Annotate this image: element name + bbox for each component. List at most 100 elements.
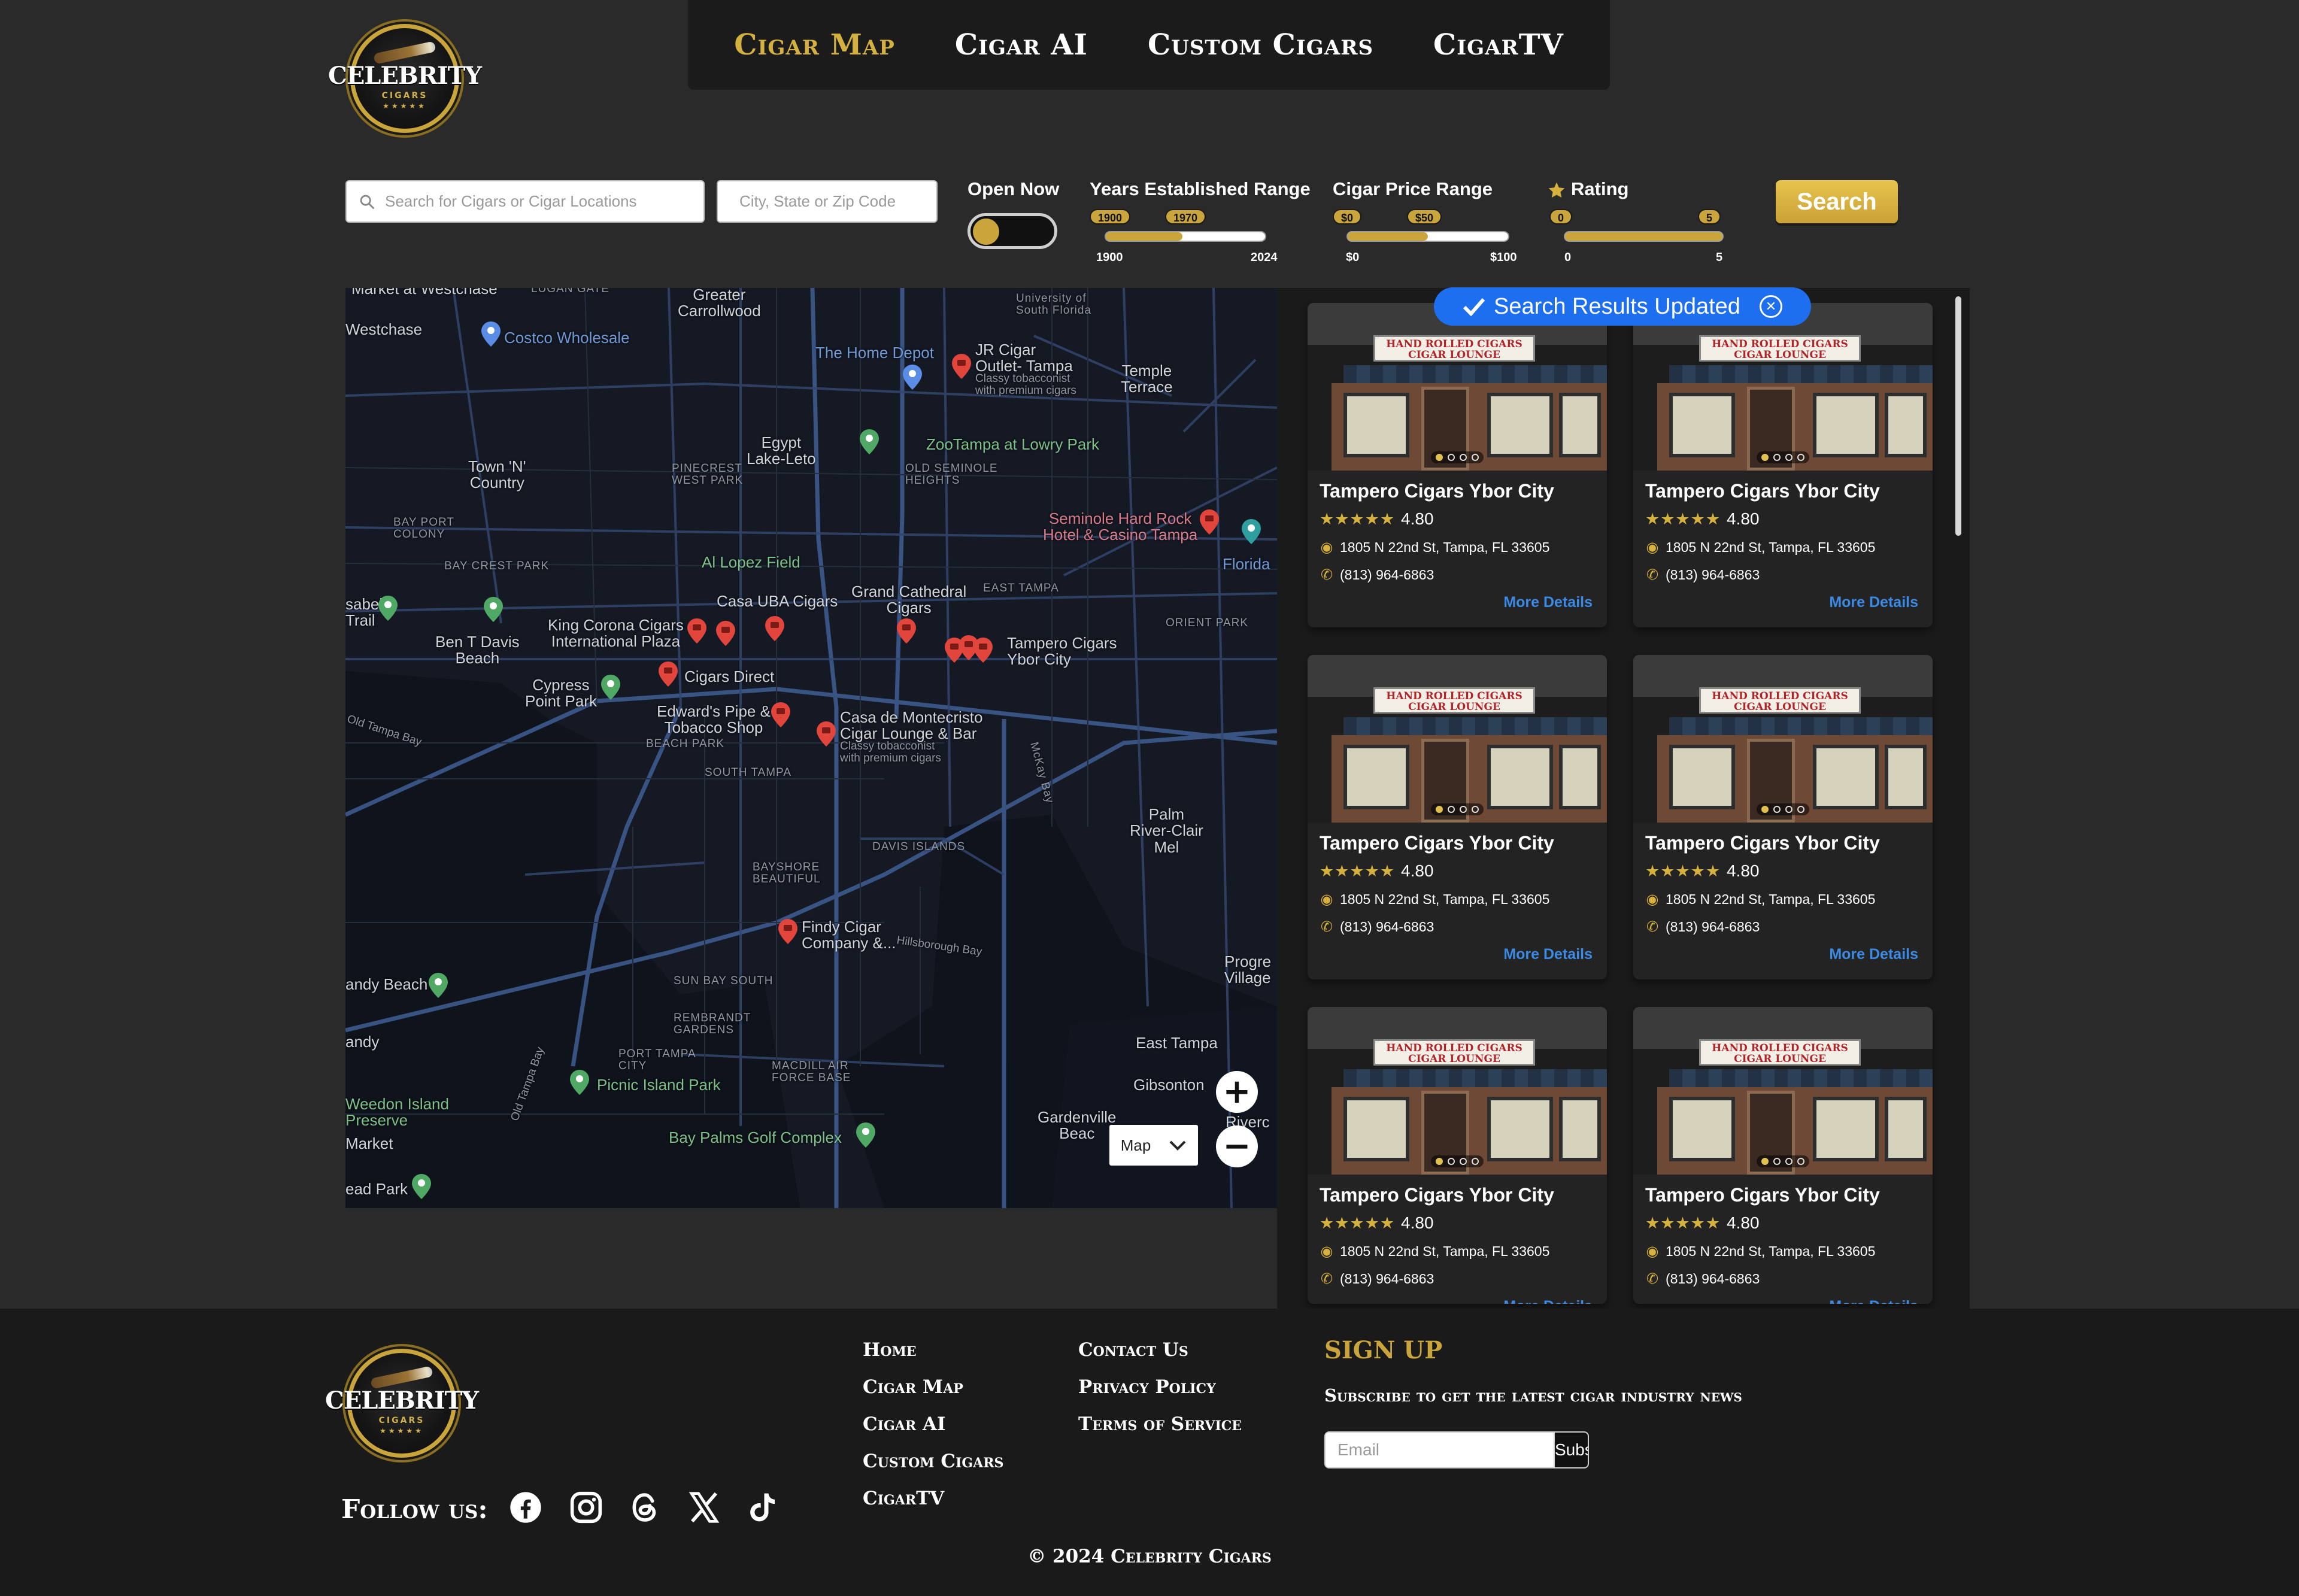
- zoom-in-button[interactable]: +: [1216, 1071, 1258, 1113]
- carousel-dots[interactable]: [1757, 1155, 1809, 1167]
- site-logo[interactable]: CELEBRITY CIGARS ★★★★★: [328, 24, 482, 133]
- store-name[interactable]: Tampero Cigars Ybor City: [1645, 1184, 1880, 1206]
- toggle-knob[interactable]: [973, 219, 999, 245]
- map-pin-icon[interactable]: [973, 638, 993, 663]
- years-slider[interactable]: [1105, 231, 1266, 242]
- carousel-dot[interactable]: [1773, 454, 1781, 461]
- instagram-icon[interactable]: [569, 1491, 603, 1524]
- map-pin-icon[interactable]: [687, 618, 707, 644]
- park-pin-icon[interactable]: [483, 597, 504, 622]
- price-slider[interactable]: [1346, 231, 1509, 242]
- carousel-dot[interactable]: [1472, 454, 1479, 461]
- nav-custom-cigars[interactable]: Custom Cigars: [1148, 28, 1373, 62]
- result-card[interactable]: HAND ROLLED CIGARS CIGAR LOUNGE Tampero C…: [1633, 303, 1933, 627]
- store-phone[interactable]: ✆ (813) 964-6863: [1645, 566, 1760, 584]
- park-pin-icon[interactable]: [428, 973, 448, 998]
- store-photo[interactable]: HAND ROLLED CIGARS CIGAR LOUNGE: [1633, 1007, 1933, 1175]
- store-photo[interactable]: HAND ROLLED CIGARS CIGAR LOUNGE: [1308, 303, 1607, 471]
- tiktok-icon[interactable]: [745, 1491, 779, 1524]
- park-pin-icon[interactable]: [600, 675, 621, 700]
- carousel-dot[interactable]: [1460, 1158, 1467, 1165]
- footer-logo[interactable]: CELEBRITY CIGARS ★★★★★: [325, 1349, 479, 1458]
- carousel-dot[interactable]: [1761, 454, 1769, 461]
- carousel-dot[interactable]: [1773, 1158, 1781, 1165]
- years-to-handle[interactable]: 1970: [1165, 209, 1206, 224]
- store-name[interactable]: Tampero Cigars Ybor City: [1645, 480, 1880, 502]
- footer-link-custom-cigars[interactable]: Custom Cigars: [863, 1451, 1003, 1472]
- map-pin-icon[interactable]: [896, 618, 917, 644]
- map-pin-icon[interactable]: [658, 662, 678, 687]
- park-pin-icon[interactable]: [411, 1174, 432, 1199]
- map-pin-icon[interactable]: [816, 721, 836, 747]
- store-phone[interactable]: ✆ (813) 964-6863: [1645, 1270, 1760, 1288]
- store-photo[interactable]: HAND ROLLED CIGARS CIGAR LOUNGE: [1308, 655, 1607, 823]
- carousel-dot[interactable]: [1797, 806, 1804, 813]
- close-icon[interactable]: ✕: [1759, 295, 1782, 318]
- price-to-handle[interactable]: $50: [1407, 209, 1442, 224]
- map-pin-icon[interactable]: [951, 354, 972, 379]
- result-card[interactable]: HAND ROLLED CIGARS CIGAR LOUNGE Tampero C…: [1633, 655, 1933, 979]
- more-details-link[interactable]: More Details: [1503, 946, 1593, 963]
- map-pin-icon[interactable]: [1199, 509, 1220, 535]
- carousel-dot[interactable]: [1785, 806, 1793, 813]
- store-phone[interactable]: ✆ (813) 964-6863: [1320, 1270, 1434, 1288]
- carousel-dot[interactable]: [1472, 1158, 1479, 1165]
- store-name[interactable]: Tampero Cigars Ybor City: [1320, 832, 1554, 854]
- result-card[interactable]: HAND ROLLED CIGARS CIGAR LOUNGE Tampero C…: [1308, 1007, 1607, 1304]
- store-phone[interactable]: ✆ (813) 964-6863: [1320, 918, 1434, 936]
- more-details-link[interactable]: More Details: [1503, 594, 1593, 611]
- carousel-dot[interactable]: [1761, 806, 1769, 813]
- carousel-dot[interactable]: [1448, 806, 1455, 813]
- email-field[interactable]: [1326, 1433, 1554, 1467]
- map-pin-icon[interactable]: [778, 919, 798, 944]
- years-from-handle[interactable]: 1900: [1090, 209, 1131, 224]
- nav-cigar-ai[interactable]: Cigar AI: [955, 28, 1088, 62]
- more-details-link[interactable]: More Details: [1829, 946, 1918, 963]
- park-pin-icon[interactable]: [859, 429, 879, 454]
- park-pin-icon[interactable]: [856, 1122, 876, 1148]
- carousel-dot[interactable]: [1460, 806, 1467, 813]
- carousel-dot[interactable]: [1472, 806, 1479, 813]
- rating-from-handle[interactable]: 0: [1549, 209, 1573, 224]
- nav-cigar-map[interactable]: Cigar Map: [734, 28, 895, 62]
- results-scrollbar[interactable]: [1955, 296, 1961, 536]
- more-details-link[interactable]: More Details: [1503, 1298, 1593, 1304]
- carousel-dots[interactable]: [1431, 451, 1484, 463]
- open-now-toggle[interactable]: [967, 213, 1057, 249]
- more-details-link[interactable]: More Details: [1829, 594, 1918, 611]
- more-details-link[interactable]: More Details: [1829, 1298, 1918, 1304]
- carousel-dots[interactable]: [1431, 1155, 1484, 1167]
- carousel-dot[interactable]: [1448, 1158, 1455, 1165]
- store-name[interactable]: Tampero Cigars Ybor City: [1320, 1184, 1554, 1206]
- map-canvas[interactable]: Market at Westchase LUGAN GATE Greater C…: [345, 288, 1277, 1208]
- poi-pin-icon[interactable]: [1241, 519, 1261, 544]
- store-photo[interactable]: HAND ROLLED CIGARS CIGAR LOUNGE: [1633, 303, 1933, 471]
- carousel-dot[interactable]: [1773, 806, 1781, 813]
- carousel-dot[interactable]: [1797, 454, 1804, 461]
- footer-link-home[interactable]: Home: [863, 1339, 917, 1361]
- footer-link-terms[interactable]: Terms of Service: [1078, 1413, 1242, 1435]
- carousel-dots[interactable]: [1757, 803, 1809, 815]
- footer-link-privacy[interactable]: Privacy Policy: [1078, 1376, 1216, 1398]
- carousel-dot[interactable]: [1797, 1158, 1804, 1165]
- park-pin-icon[interactable]: [569, 1070, 590, 1095]
- rating-to-handle[interactable]: 5: [1698, 209, 1721, 224]
- footer-link-cigar-map[interactable]: Cigar Map: [863, 1376, 963, 1398]
- result-card[interactable]: HAND ROLLED CIGARS CIGAR LOUNGE Tampero C…: [1308, 303, 1607, 627]
- shopping-pin-icon[interactable]: [481, 321, 501, 347]
- carousel-dot[interactable]: [1436, 454, 1443, 461]
- map-pin-icon[interactable]: [771, 702, 791, 727]
- search-button[interactable]: Search: [1776, 180, 1898, 223]
- subscribe-button[interactable]: Subscribe: [1554, 1433, 1588, 1467]
- price-from-handle[interactable]: $0: [1333, 209, 1362, 224]
- carousel-dot[interactable]: [1448, 454, 1455, 461]
- footer-link-cigar-ai[interactable]: Cigar AI: [863, 1413, 945, 1435]
- shopping-pin-icon[interactable]: [902, 365, 923, 390]
- carousel-dots[interactable]: [1431, 803, 1484, 815]
- search-input[interactable]: [385, 192, 703, 211]
- result-card[interactable]: HAND ROLLED CIGARS CIGAR LOUNGE Tampero C…: [1308, 655, 1607, 979]
- store-photo[interactable]: HAND ROLLED CIGARS CIGAR LOUNGE: [1308, 1007, 1607, 1175]
- map-type-select[interactable]: Map: [1109, 1125, 1198, 1166]
- rating-slider[interactable]: [1564, 231, 1724, 242]
- nav-cigartv[interactable]: CigarTV: [1433, 28, 1564, 62]
